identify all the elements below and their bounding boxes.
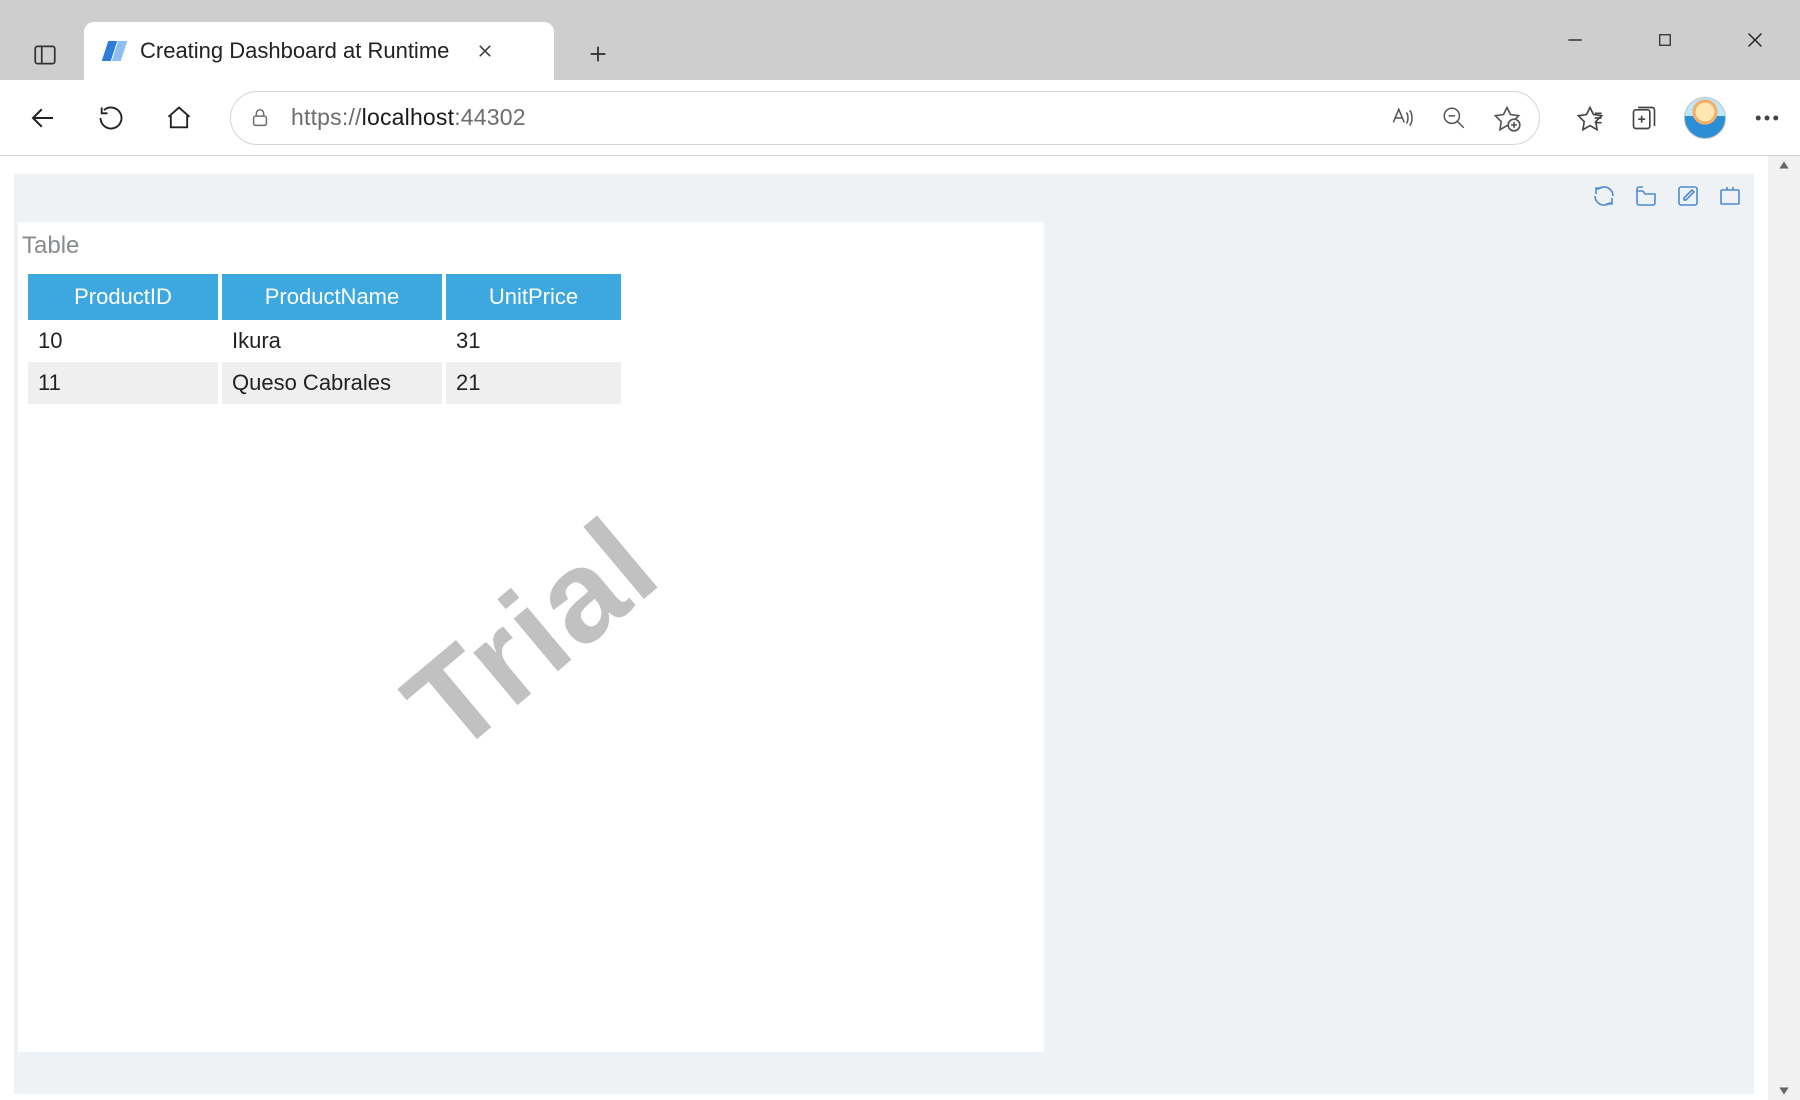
trial-watermark: Trial: [377, 489, 686, 782]
tab-favicon-icon: [102, 39, 126, 63]
new-tab-button[interactable]: [572, 28, 624, 80]
zoom-out-icon[interactable]: [1441, 105, 1467, 131]
table-row[interactable]: 11 Queso Cabrales 21: [28, 362, 621, 404]
collections-icon[interactable]: [1630, 104, 1658, 132]
col-header-unitprice[interactable]: UnitPrice: [446, 274, 621, 320]
data-table: ProductID ProductName UnitPrice 10 Ikura…: [18, 268, 631, 410]
table-row[interactable]: 10 Ikura 31: [28, 320, 621, 362]
col-header-productid[interactable]: ProductID: [28, 274, 218, 320]
cell-unitprice: 31: [446, 320, 621, 362]
dashboard-surface: Table ProductID ProductName UnitPrice 10…: [14, 174, 1754, 1094]
more-menu-icon[interactable]: [1752, 103, 1782, 133]
minimize-button[interactable]: [1530, 0, 1620, 80]
col-header-productname[interactable]: ProductName: [222, 274, 442, 320]
card-title: Table: [18, 222, 1044, 268]
profile-avatar[interactable]: [1684, 97, 1726, 139]
home-button[interactable]: [154, 93, 204, 143]
cell-productname: Ikura: [222, 320, 442, 362]
add-favorite-icon[interactable]: [1493, 104, 1521, 132]
table-header-row: ProductID ProductName UnitPrice: [28, 274, 621, 320]
open-report-icon[interactable]: [1632, 182, 1660, 210]
tab-actions-icon[interactable]: [20, 30, 70, 80]
browser-chrome: Creating Dashboard at Runtime: [0, 0, 1800, 156]
cell-unitprice: 21: [446, 362, 621, 404]
fullscreen-report-icon[interactable]: [1716, 182, 1744, 210]
edit-report-icon[interactable]: [1674, 182, 1702, 210]
address-bar[interactable]: https://localhost:44302: [230, 91, 1540, 145]
back-button[interactable]: [18, 93, 68, 143]
url-text: https://localhost:44302: [291, 104, 526, 131]
page-viewport: Table ProductID ProductName UnitPrice 10…: [0, 156, 1768, 1100]
read-aloud-icon[interactable]: [1389, 105, 1415, 131]
tab-title: Creating Dashboard at Runtime: [140, 38, 449, 64]
refresh-button[interactable]: [86, 93, 136, 143]
close-window-button[interactable]: [1710, 0, 1800, 80]
scroll-up-icon[interactable]: [1777, 158, 1791, 172]
refresh-report-icon[interactable]: [1590, 182, 1618, 210]
window-controls: [1530, 0, 1800, 80]
cell-productid: 10: [28, 320, 218, 362]
url-host: localhost: [362, 104, 455, 130]
vertical-scrollbar[interactable]: [1768, 156, 1800, 1100]
site-security-icon[interactable]: [249, 107, 271, 129]
maximize-button[interactable]: [1620, 0, 1710, 80]
report-card: Table ProductID ProductName UnitPrice 10…: [18, 222, 1044, 1052]
cell-productname: Queso Cabrales: [222, 362, 442, 404]
browser-toolbar: https://localhost:44302: [0, 80, 1800, 156]
favorites-icon[interactable]: [1576, 104, 1604, 132]
cell-productid: 11: [28, 362, 218, 404]
close-tab-icon[interactable]: [467, 33, 503, 69]
toolbar-right: [1576, 97, 1782, 139]
scroll-down-icon[interactable]: [1777, 1084, 1791, 1098]
dashboard-toolbar: [1590, 182, 1744, 210]
url-scheme: https://: [291, 104, 362, 130]
url-port: :44302: [454, 104, 526, 130]
url-bar-actions: [1389, 104, 1521, 132]
active-tab[interactable]: Creating Dashboard at Runtime: [84, 22, 554, 80]
